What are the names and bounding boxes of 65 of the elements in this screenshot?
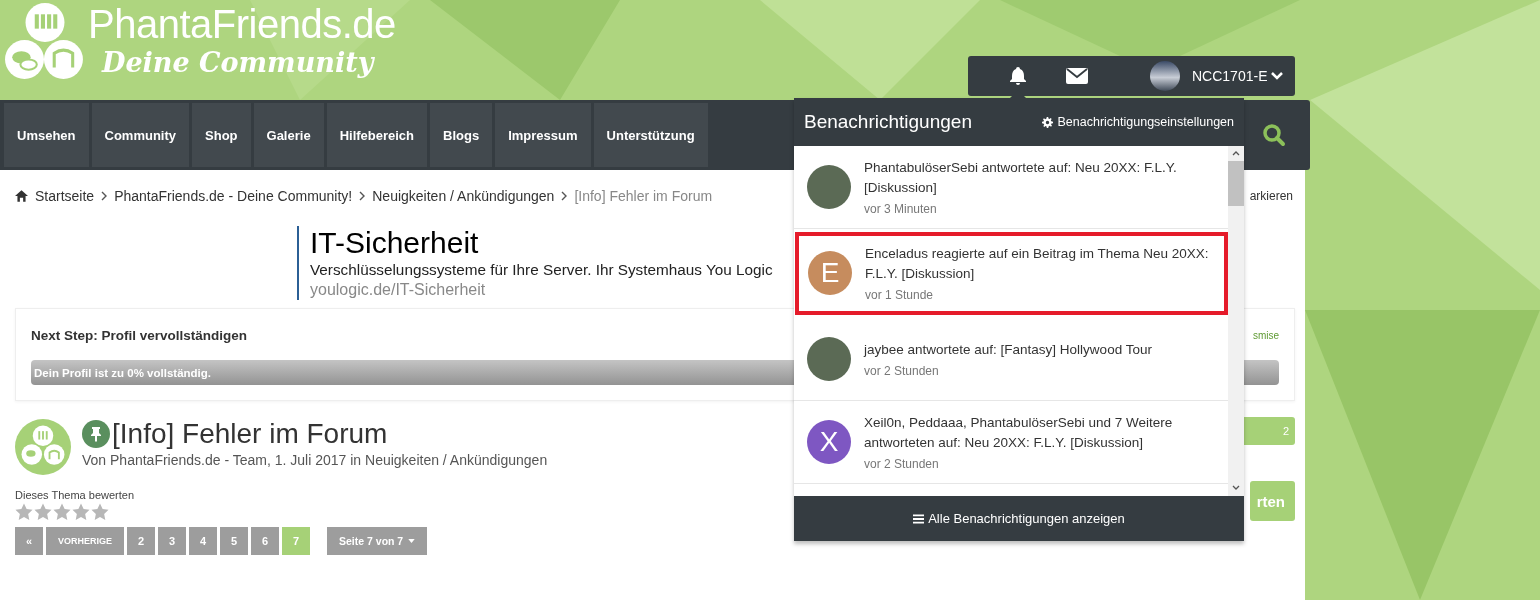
notification-time: vor 2 Stunden xyxy=(864,364,940,378)
notification-item[interactable]: E Enceladus reagierte auf ein Beitrag im Thema Neu 20XX: F.L.Y. [Diskussion] vor 1 Stunde xyxy=(795,232,1228,315)
notification-item[interactable]: X Xeil0n, Peddaaa, PhantabulöserSebi und 7 Weitere antworteten auf: Neu 20XX: F.L.Y. [Diskussion] vor 2 Stunden xyxy=(794,401,1228,484)
caret-icon xyxy=(408,539,416,543)
ad-title[interactable]: IT-Sicherheit xyxy=(310,226,479,260)
scroll-down-icon[interactable] xyxy=(1232,485,1240,490)
ad-url[interactable]: youlogic.de/IT-Sicherheit xyxy=(310,280,486,300)
avatar-photo-placeholder xyxy=(807,165,851,209)
search-icon[interactable] xyxy=(1262,123,1286,147)
notification-text: jaybee antwortete auf: [Fantasy] Hollywood Tour xyxy=(864,341,1152,359)
nav-tab[interactable]: Unterstützung xyxy=(593,103,708,167)
nav-tab[interactable]: Galerie xyxy=(253,103,324,167)
letter-avatar: E xyxy=(808,251,852,295)
notification-item[interactable]: jaybee antwortete auf: [Fantasy] Hollywood Tour vor 2 Stunden xyxy=(794,318,1228,401)
menu-icon xyxy=(913,513,925,524)
nav-tab[interactable]: Umsehen xyxy=(4,103,89,167)
chevron-right-icon xyxy=(561,191,568,201)
breadcrumb-link[interactable]: Startseite xyxy=(35,188,95,204)
star-icon[interactable] xyxy=(53,503,71,521)
notification-text: Enceladus reagierte auf ein Beitrag im Thema Neu 20XX: F.L.Y. [Diskussion] xyxy=(865,245,1210,283)
chevron-right-icon xyxy=(101,191,108,201)
thread-byline: Von PhantaFriends.de - Team, 1. Juli 2017 in Neuigkeiten / Ankündigungen xyxy=(82,452,548,468)
chevron-down-icon xyxy=(1271,72,1284,80)
nav-tab[interactable]: Shop xyxy=(192,103,251,167)
gear-icon xyxy=(1042,116,1054,128)
letter-avatar: X xyxy=(807,420,851,464)
show-all-notifications-button[interactable]: Alle Benachrichtigungen anzeigen xyxy=(794,496,1244,541)
scroll-up-icon[interactable] xyxy=(1232,151,1240,156)
envelope-icon[interactable] xyxy=(1066,68,1088,84)
notification-time: vor 1 Stunde xyxy=(865,288,935,302)
progress-label: Dein Profil ist zu 0% vollständig. xyxy=(33,366,211,379)
breadcrumb-link[interactable]: Neuigkeiten / Ankündigungen xyxy=(372,188,555,204)
bell-icon[interactable] xyxy=(1008,66,1028,86)
dismiss-link[interactable]: smise xyxy=(1252,329,1279,341)
site-tagline: Deine Community xyxy=(102,46,376,80)
scrollbar[interactable] xyxy=(1228,146,1244,496)
notification-item[interactable]: PhantabulöserSebi antwortete auf: Neu 20XX: F.L.Y. [Diskussion] vor 3 Minuten xyxy=(794,146,1228,229)
breadcrumb-link[interactable]: PhantaFriends.de - Deine Community! xyxy=(114,188,353,204)
nav-tab[interactable]: Blogs xyxy=(430,103,493,167)
star-icon[interactable] xyxy=(91,503,109,521)
rating-label: Dieses Thema bewerten xyxy=(15,489,135,501)
user-menu-button[interactable]: NCC1701-E xyxy=(1192,68,1284,84)
scrollbar-thumb[interactable] xyxy=(1228,161,1244,206)
chevron-right-icon xyxy=(359,191,366,201)
breadcrumb-current: [Info] Fehler im Forum xyxy=(574,188,713,204)
count-badge: 2 xyxy=(1244,417,1295,445)
notification-time: vor 3 Minuten xyxy=(864,202,938,216)
star-icon[interactable] xyxy=(15,503,33,521)
user-avatar[interactable] xyxy=(1150,61,1180,91)
profile-step-title: Next Step: Profil vervollständigen xyxy=(31,327,248,343)
nav-tab[interactable]: Impressum xyxy=(495,103,591,167)
star-icon[interactable] xyxy=(34,503,52,521)
home-icon xyxy=(15,190,28,202)
notification-text: PhantabulöserSebi antwortete auf: Neu 20XX: F.L.Y. [Diskussion] xyxy=(864,159,1178,197)
nav-tab[interactable]: Hilfebereich xyxy=(326,103,428,167)
nav-tab[interactable]: Community xyxy=(91,103,190,167)
ad-text: Verschlüsselungssysteme für Ihre Server. Ihr Systemhaus You Logic xyxy=(310,260,773,280)
notification-text: Xeil0n, Peddaaa, PhantabulöserSebi und 7 Weitere antworteten auf: Neu 20XX: F.L.Y. [Diskussion] xyxy=(864,414,1174,452)
notification-time: vor 2 Stunden xyxy=(864,457,940,471)
avatar-photo-placeholder xyxy=(807,337,851,381)
mark-read-link[interactable]: arkieren xyxy=(1249,189,1293,203)
star-icon[interactable] xyxy=(72,503,90,521)
thread-title: [Info] Fehler im Forum xyxy=(112,417,388,451)
notifications-title: Benachrichtigungen xyxy=(804,111,972,133)
logo-avatar-drawing[interactable] xyxy=(15,419,71,475)
